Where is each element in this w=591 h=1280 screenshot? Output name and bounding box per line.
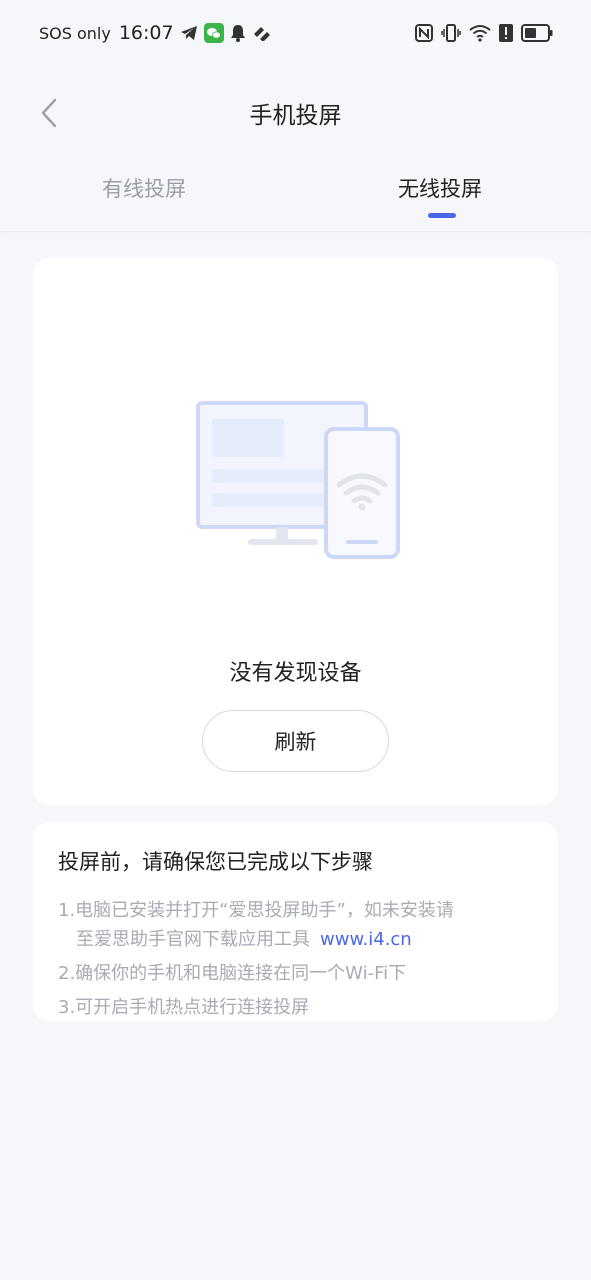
step-3: 3.可开启手机热点进行连接投屏 bbox=[58, 997, 310, 1018]
status-left: SOS only 16:07 bbox=[39, 22, 272, 44]
steps-title: 投屏前，请确保您已完成以下步骤 bbox=[58, 850, 373, 874]
no-device-text: 没有发现设备 bbox=[229, 661, 362, 686]
alert-icon bbox=[499, 24, 513, 42]
no-device-illustration bbox=[196, 401, 406, 561]
step-2: 2.确保你的手机和电脑连接在同一个Wi-Fi下 bbox=[58, 963, 407, 984]
status-bar: SOS only 16:07 bbox=[0, 0, 591, 66]
device-card: 没有发现设备 刷新 bbox=[33, 258, 558, 805]
step-1-line2: 至爱思助手官网下载应用工具 www.i4.cn bbox=[58, 925, 533, 954]
step-1: 1.电脑已安装并打开“爱思投屏助手”，如未安装请 至爱思助手官网下载应用工具 ww… bbox=[58, 896, 533, 954]
telegram-icon bbox=[180, 25, 198, 41]
status-time: 16:07 bbox=[118, 22, 174, 44]
bell-icon bbox=[230, 24, 246, 42]
battery-icon bbox=[521, 24, 553, 42]
website-link[interactable]: www.i4.cn bbox=[320, 929, 412, 950]
tab-wireless[interactable]: 无线投屏 bbox=[398, 173, 482, 203]
step-1-line1: 1.电脑已安装并打开“爱思投屏助手”，如未安装请 bbox=[58, 900, 454, 921]
tab-indicator bbox=[428, 213, 456, 218]
wifi-icon bbox=[469, 24, 491, 42]
tab-wired[interactable]: 有线投屏 bbox=[102, 173, 186, 203]
vibrate-icon bbox=[441, 23, 461, 43]
step-1-text: 至爱思助手官网下载应用工具 bbox=[76, 929, 310, 950]
carrier-text: SOS only bbox=[39, 23, 111, 43]
refresh-button[interactable]: 刷新 bbox=[202, 710, 389, 772]
steps-card: 投屏前，请确保您已完成以下步骤 1.电脑已安装并打开“爱思投屏助手”，如未安装请… bbox=[33, 822, 558, 1021]
status-right bbox=[415, 23, 553, 43]
header: 手机投屏 有线投屏 无线投屏 bbox=[0, 66, 591, 232]
nfc-icon bbox=[415, 24, 433, 42]
app-icon bbox=[252, 25, 272, 41]
wechat-icon bbox=[203, 23, 224, 43]
page-title: 手机投屏 bbox=[249, 103, 342, 129]
